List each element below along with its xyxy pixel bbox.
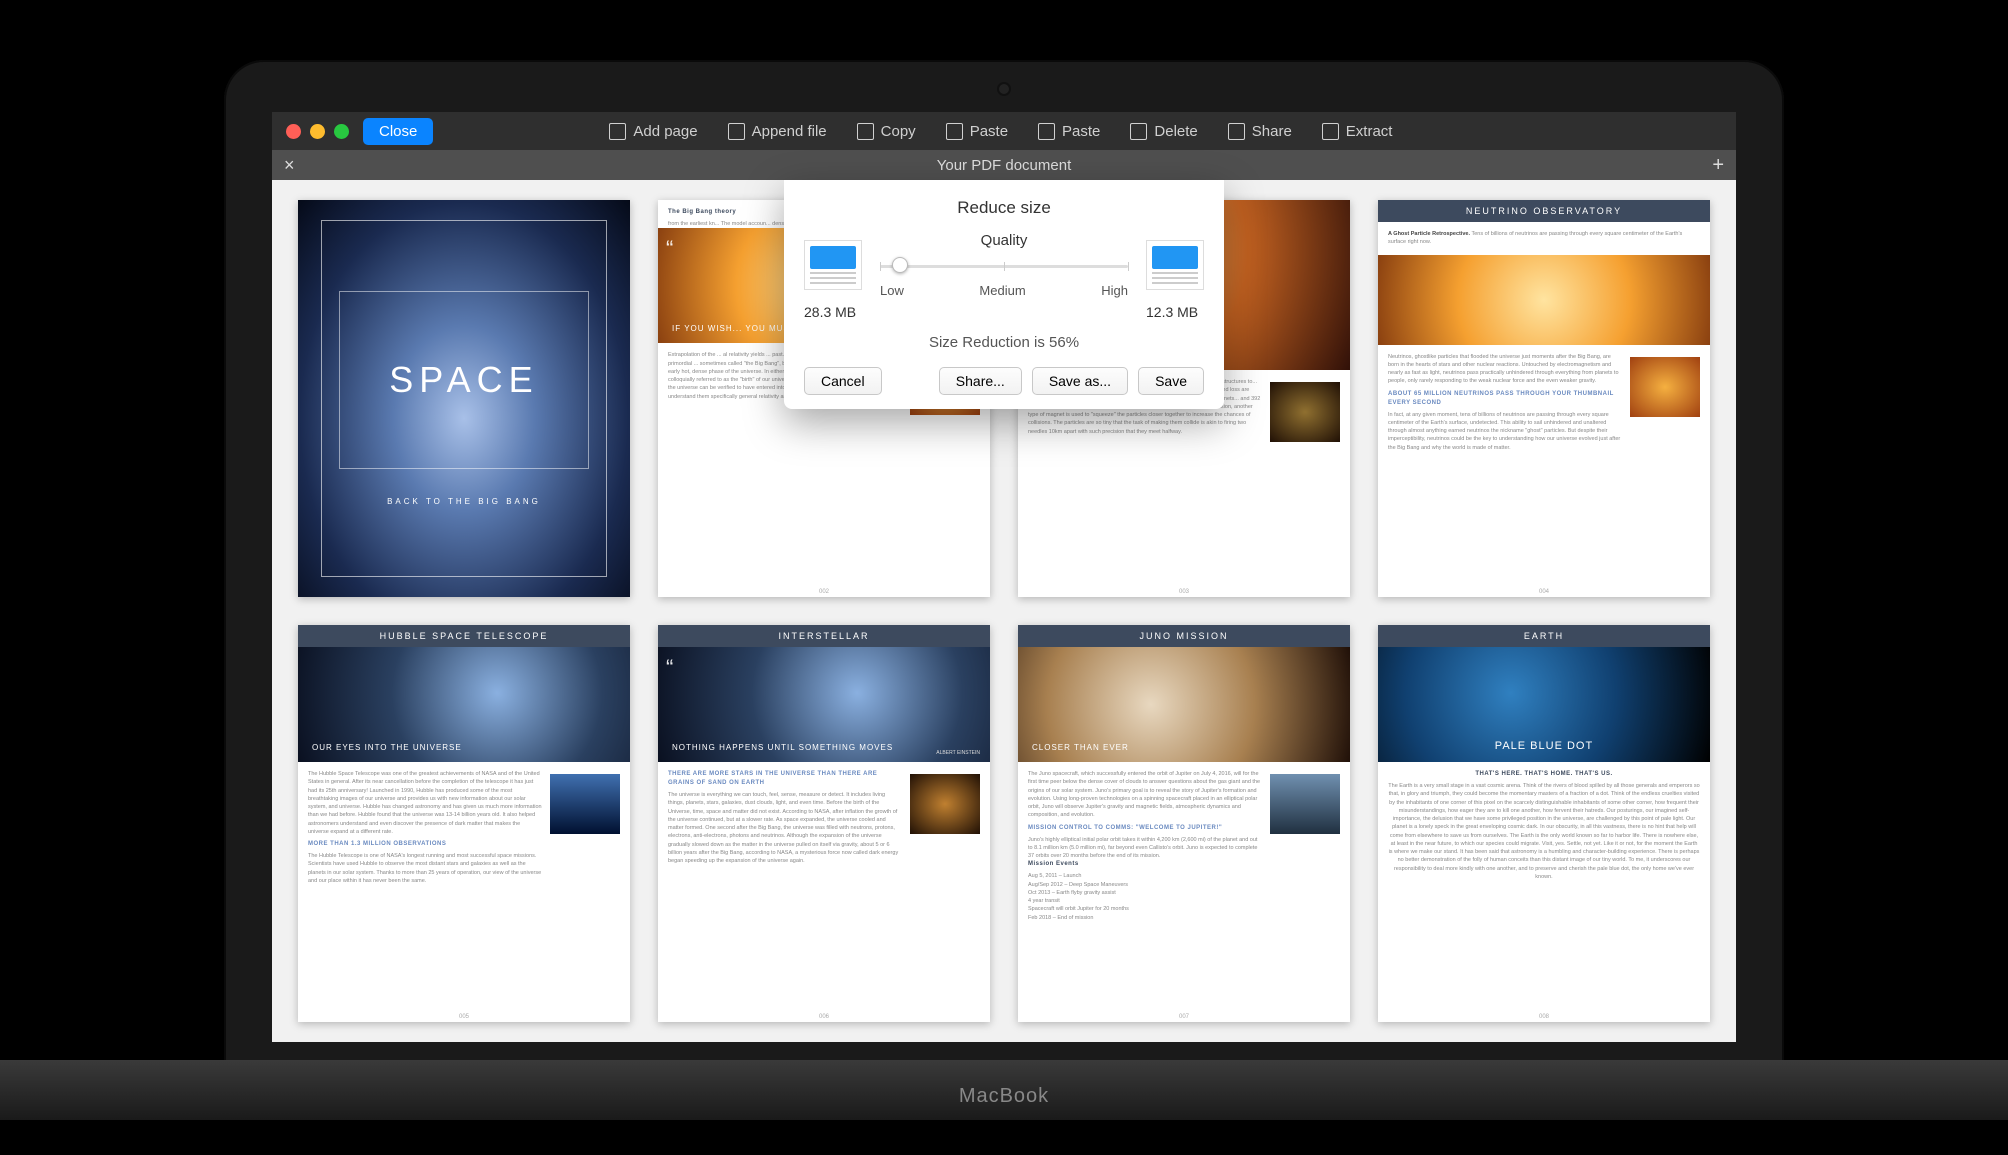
p5-stat: MORE THAN 1.3 MILLION OBSERVATIONS: [308, 840, 542, 849]
append-file-button[interactable]: Append file: [720, 119, 835, 144]
cover-title: SPACE: [389, 359, 538, 401]
paste-icon: [1038, 123, 1055, 140]
reduce-size-dialog: Reduce size Quality Low Medium High: [784, 180, 1224, 409]
document-title: Your PDF document: [937, 157, 1072, 174]
zoom-window-icon[interactable]: [334, 124, 349, 139]
p7-title: JUNO MISSION: [1018, 625, 1350, 647]
copy-button[interactable]: Copy: [849, 119, 924, 144]
p8-subhead: THAT'S HERE. THAT'S HOME. THAT'S US.: [1388, 770, 1700, 779]
extract-label: Extract: [1346, 123, 1393, 140]
delete-label: Delete: [1154, 123, 1197, 140]
save-button[interactable]: Save: [1138, 367, 1204, 395]
quality-label: Quality: [880, 232, 1128, 249]
paste-button-2[interactable]: Paste: [1030, 119, 1108, 144]
delete-button[interactable]: Delete: [1122, 119, 1205, 144]
macbook-frame: Close Add page Append file Copy Paste Pa…: [224, 60, 1784, 1080]
p8-image: PALE BLUE DOT: [1378, 647, 1710, 762]
append-file-label: Append file: [752, 123, 827, 140]
page-thumbnail-8[interactable]: EARTH PALE BLUE DOT THAT'S HERE. THAT'S …: [1378, 625, 1710, 1022]
p4-image: [1378, 255, 1710, 345]
quality-high: High: [1101, 283, 1128, 298]
after-preview: [1146, 240, 1204, 290]
append-file-icon: [728, 123, 745, 140]
p6-thumb: [910, 774, 980, 834]
p6-caption: NOTHING HAPPENS UNTIL SOMETHING MOVES: [672, 743, 893, 752]
share-ellipsis-button[interactable]: Share...: [939, 367, 1022, 395]
document-subbar: × Your PDF document +: [272, 150, 1736, 180]
paste-button[interactable]: Paste: [938, 119, 1016, 144]
p6-author: ALBERT EINSTEIN: [936, 750, 980, 756]
p4-lead: A Ghost Particle Retrospective.: [1388, 231, 1470, 237]
camera-dot: [999, 84, 1009, 94]
cancel-button[interactable]: Cancel: [804, 367, 882, 395]
p7-subhead: MISSION CONTROL TO COMMS: "WELCOME TO JU…: [1028, 824, 1262, 833]
add-page-button[interactable]: Add page: [601, 119, 705, 144]
p7-events: Mission Events: [1028, 860, 1262, 869]
window-titlebar: Close Add page Append file Copy Paste Pa…: [272, 112, 1736, 150]
extract-icon: [1322, 123, 1339, 140]
copy-label: Copy: [881, 123, 916, 140]
p5-image: OUR EYES INTO THE UNIVERSE: [298, 647, 630, 762]
extract-button[interactable]: Extract: [1314, 119, 1401, 144]
close-tab-icon[interactable]: ×: [284, 155, 295, 176]
p5-title: HUBBLE SPACE TELESCOPE: [298, 625, 630, 647]
macbook-brand: MacBook: [959, 1085, 1049, 1108]
page-thumbnail-1[interactable]: SPACE BACK TO THE BIG BANG: [298, 200, 630, 597]
p5-caption: OUR EYES INTO THE UNIVERSE: [312, 743, 462, 752]
cover-subtitle: BACK TO THE BIG BANG: [387, 497, 541, 506]
page-thumbnail-7[interactable]: JUNO MISSION CLOSER THAN EVER The Juno s…: [1018, 625, 1350, 1022]
p7-thumb: [1270, 774, 1340, 834]
p7-image: CLOSER THAN EVER: [1018, 647, 1350, 762]
quality-medium: Medium: [979, 283, 1025, 298]
screen: Close Add page Append file Copy Paste Pa…: [272, 112, 1736, 1042]
share-label: Share: [1252, 123, 1292, 140]
add-tab-icon[interactable]: +: [1712, 154, 1724, 177]
p8-title: EARTH: [1378, 625, 1710, 647]
page-thumbnail-5[interactable]: HUBBLE SPACE TELESCOPE OUR EYES INTO THE…: [298, 625, 630, 1022]
p4-stat: ABOUT 65 MILLION NEUTRINOS PASS THROUGH …: [1388, 390, 1622, 408]
before-size: 28.3 MB: [804, 304, 862, 320]
after-size: 12.3 MB: [1146, 304, 1204, 320]
p4-title: NEUTRINO OBSERVATORY: [1378, 200, 1710, 222]
reduction-text: Size Reduction is 56%: [804, 334, 1204, 351]
p3-thumb: [1270, 382, 1340, 442]
traffic-lights: [286, 124, 349, 139]
copy-icon: [857, 123, 874, 140]
share-button[interactable]: Share: [1220, 119, 1300, 144]
p7-caption: CLOSER THAN EVER: [1032, 743, 1129, 752]
p6-title: INTERSTELLAR: [658, 625, 990, 647]
minimize-window-icon[interactable]: [310, 124, 325, 139]
quality-low: Low: [880, 283, 904, 298]
p6-stat: THERE ARE MORE STARS IN THE UNIVERSE THA…: [668, 770, 902, 788]
p8-caption: PALE BLUE DOT: [1495, 740, 1593, 752]
paste-label: Paste: [970, 123, 1008, 140]
before-preview: [804, 240, 862, 290]
quality-slider[interactable]: [880, 255, 1128, 277]
add-page-icon: [609, 123, 626, 140]
page-thumbnail-4[interactable]: NEUTRINO OBSERVATORY A Ghost Particle Re…: [1378, 200, 1710, 597]
p4-thumb: [1630, 357, 1700, 417]
close-window-icon[interactable]: [286, 124, 301, 139]
save-as-button[interactable]: Save as...: [1032, 367, 1128, 395]
p6-image: “NOTHING HAPPENS UNTIL SOMETHING MOVESAL…: [658, 647, 990, 762]
share-icon: [1228, 123, 1245, 140]
paste-label-2: Paste: [1062, 123, 1100, 140]
dialog-title: Reduce size: [804, 198, 1204, 218]
paste-icon: [946, 123, 963, 140]
close-button[interactable]: Close: [363, 118, 433, 145]
p5-thumb: [550, 774, 620, 834]
add-page-label: Add page: [633, 123, 697, 140]
trash-icon: [1130, 123, 1147, 140]
page-thumbnail-6[interactable]: INTERSTELLAR “NOTHING HAPPENS UNTIL SOME…: [658, 625, 990, 1022]
